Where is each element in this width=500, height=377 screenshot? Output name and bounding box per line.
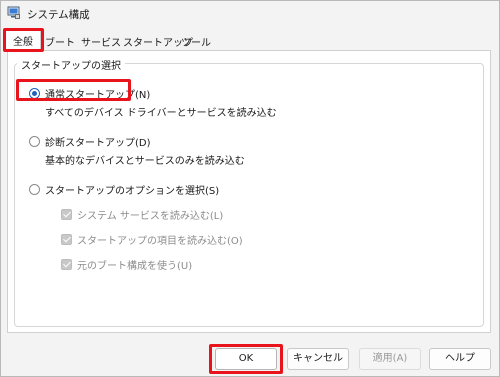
help-button[interactable]: ヘルプ: [429, 348, 491, 370]
ok-button[interactable]: OK: [215, 348, 277, 370]
diagnostic-startup-description: 基本的なデバイスとサービスのみを読み込む: [45, 156, 245, 167]
cancel-button[interactable]: キャンセル: [287, 348, 349, 370]
tab-startup[interactable]: スタートアップ: [123, 30, 193, 50]
checkbox-checked-icon[interactable]: [61, 209, 72, 220]
tab-services[interactable]: サービス: [79, 30, 123, 50]
radio-label: 診断スタートアップ(D): [45, 138, 151, 149]
diagnostic-startup-radio[interactable]: 診断スタートアップ(D): [29, 134, 151, 149]
load-system-services-checkbox[interactable]: システム サービスを読み込む(L): [61, 207, 223, 222]
radio-unselected-icon[interactable]: [29, 136, 40, 147]
general-tab-panel: スタートアップの選択 通常スタートアップ(N) すべてのデバイス ドライバーとサ…: [7, 50, 491, 333]
tab-boot[interactable]: ブート: [43, 30, 77, 50]
checkbox-checked-icon[interactable]: [61, 234, 72, 245]
radio-label: 通常スタートアップ(N): [45, 90, 151, 101]
system-configuration-window: システム構成 全般 ブート サービス スタートアップ ツール スタートアップの選…: [0, 0, 500, 377]
use-original-boot-config-checkbox[interactable]: 元のブート構成を使う(U): [61, 257, 192, 272]
window-title: システム構成: [27, 9, 90, 21]
radio-label: スタートアップのオプションを選択(S): [45, 186, 220, 197]
apply-button[interactable]: 適用(A): [359, 348, 421, 370]
group-title: スタートアップの選択: [17, 57, 125, 72]
checkbox-label: システム サービスを読み込む(L): [77, 211, 224, 222]
radio-selected-icon[interactable]: [29, 88, 40, 99]
system-config-icon: [7, 6, 21, 20]
title-bar: システム構成: [1, 1, 499, 27]
checkbox-label: 元のブート構成を使う(U): [77, 261, 193, 272]
tab-general[interactable]: 全般: [5, 28, 41, 51]
radio-unselected-icon[interactable]: [29, 184, 40, 195]
normal-startup-radio[interactable]: 通常スタートアップ(N): [29, 86, 150, 101]
tab-strip: 全般 ブート サービス スタートアップ ツール: [1, 28, 499, 51]
normal-startup-description: すべてのデバイス ドライバーとサービスを読み込む: [45, 108, 277, 119]
selective-startup-radio[interactable]: スタートアップのオプションを選択(S): [29, 182, 219, 197]
checkbox-checked-icon[interactable]: [61, 259, 72, 270]
checkbox-label: スタートアップの項目を読み込む(O): [77, 236, 243, 247]
load-startup-items-checkbox[interactable]: スタートアップの項目を読み込む(O): [61, 232, 243, 247]
startup-selection-group: スタートアップの選択 通常スタートアップ(N) すべてのデバイス ドライバーとサ…: [14, 57, 484, 327]
tab-tools[interactable]: ツール: [179, 30, 213, 50]
